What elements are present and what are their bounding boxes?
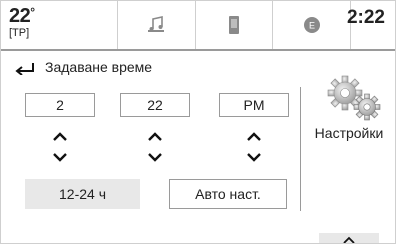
auto-set-button[interactable]: Авто наст.: [169, 179, 287, 209]
chevron-up-icon: [247, 132, 261, 141]
temperature-display[interactable]: 22° [TP]: [9, 5, 35, 39]
status-bar: 22° [TP] E 2:22: [1, 1, 395, 49]
clock: 2:22: [346, 7, 385, 28]
period-field[interactable]: PM: [219, 93, 289, 117]
period-down-button[interactable]: [219, 147, 289, 167]
settings-label: Настройки: [314, 125, 384, 141]
tab-energy[interactable]: E: [272, 1, 352, 49]
tab-audio[interactable]: [117, 1, 195, 49]
music-note-icon: [148, 16, 165, 32]
e-circle-icon: E: [303, 17, 320, 33]
temperature-value: 22°: [9, 5, 35, 27]
gears-icon: [327, 75, 381, 121]
hour-down-button[interactable]: [25, 147, 95, 167]
hour-column: 2: [25, 93, 95, 167]
panel-divider: [300, 87, 301, 211]
page-header: Задаване време: [13, 59, 152, 75]
time-settings-screen: 22° [TP] E 2:22 Задаване време 2 22 PM 1…: [0, 0, 396, 244]
status-bar-divider: [1, 49, 395, 51]
back-arrow-icon[interactable]: [13, 59, 35, 75]
hour-up-button[interactable]: [25, 127, 95, 147]
minute-up-button[interactable]: [120, 127, 190, 147]
page-title: Задаване време: [45, 59, 153, 75]
status-tabs: E: [117, 1, 352, 49]
minute-column: 22: [120, 93, 190, 167]
svg-text:E: E: [309, 21, 315, 31]
temperature-zone: [TP]: [9, 27, 30, 39]
chevron-down-icon: [148, 153, 162, 162]
period-up-button[interactable]: [219, 127, 289, 147]
hour-field[interactable]: 2: [25, 93, 95, 117]
tab-phone[interactable]: [194, 1, 273, 49]
chevron-up-icon: [343, 236, 355, 243]
chevron-down-icon: [247, 153, 261, 162]
period-column: PM: [219, 93, 289, 167]
minute-down-button[interactable]: [120, 147, 190, 167]
chevron-down-icon: [53, 153, 67, 162]
settings-button[interactable]: Настройки: [305, 73, 393, 153]
chevron-up-icon: [53, 132, 67, 141]
phone-icon: [229, 16, 239, 34]
scroll-up-button[interactable]: [319, 233, 379, 243]
chevron-up-icon: [148, 132, 162, 141]
time-format-button[interactable]: 12-24 ч: [25, 179, 140, 209]
minute-field[interactable]: 22: [120, 93, 190, 117]
